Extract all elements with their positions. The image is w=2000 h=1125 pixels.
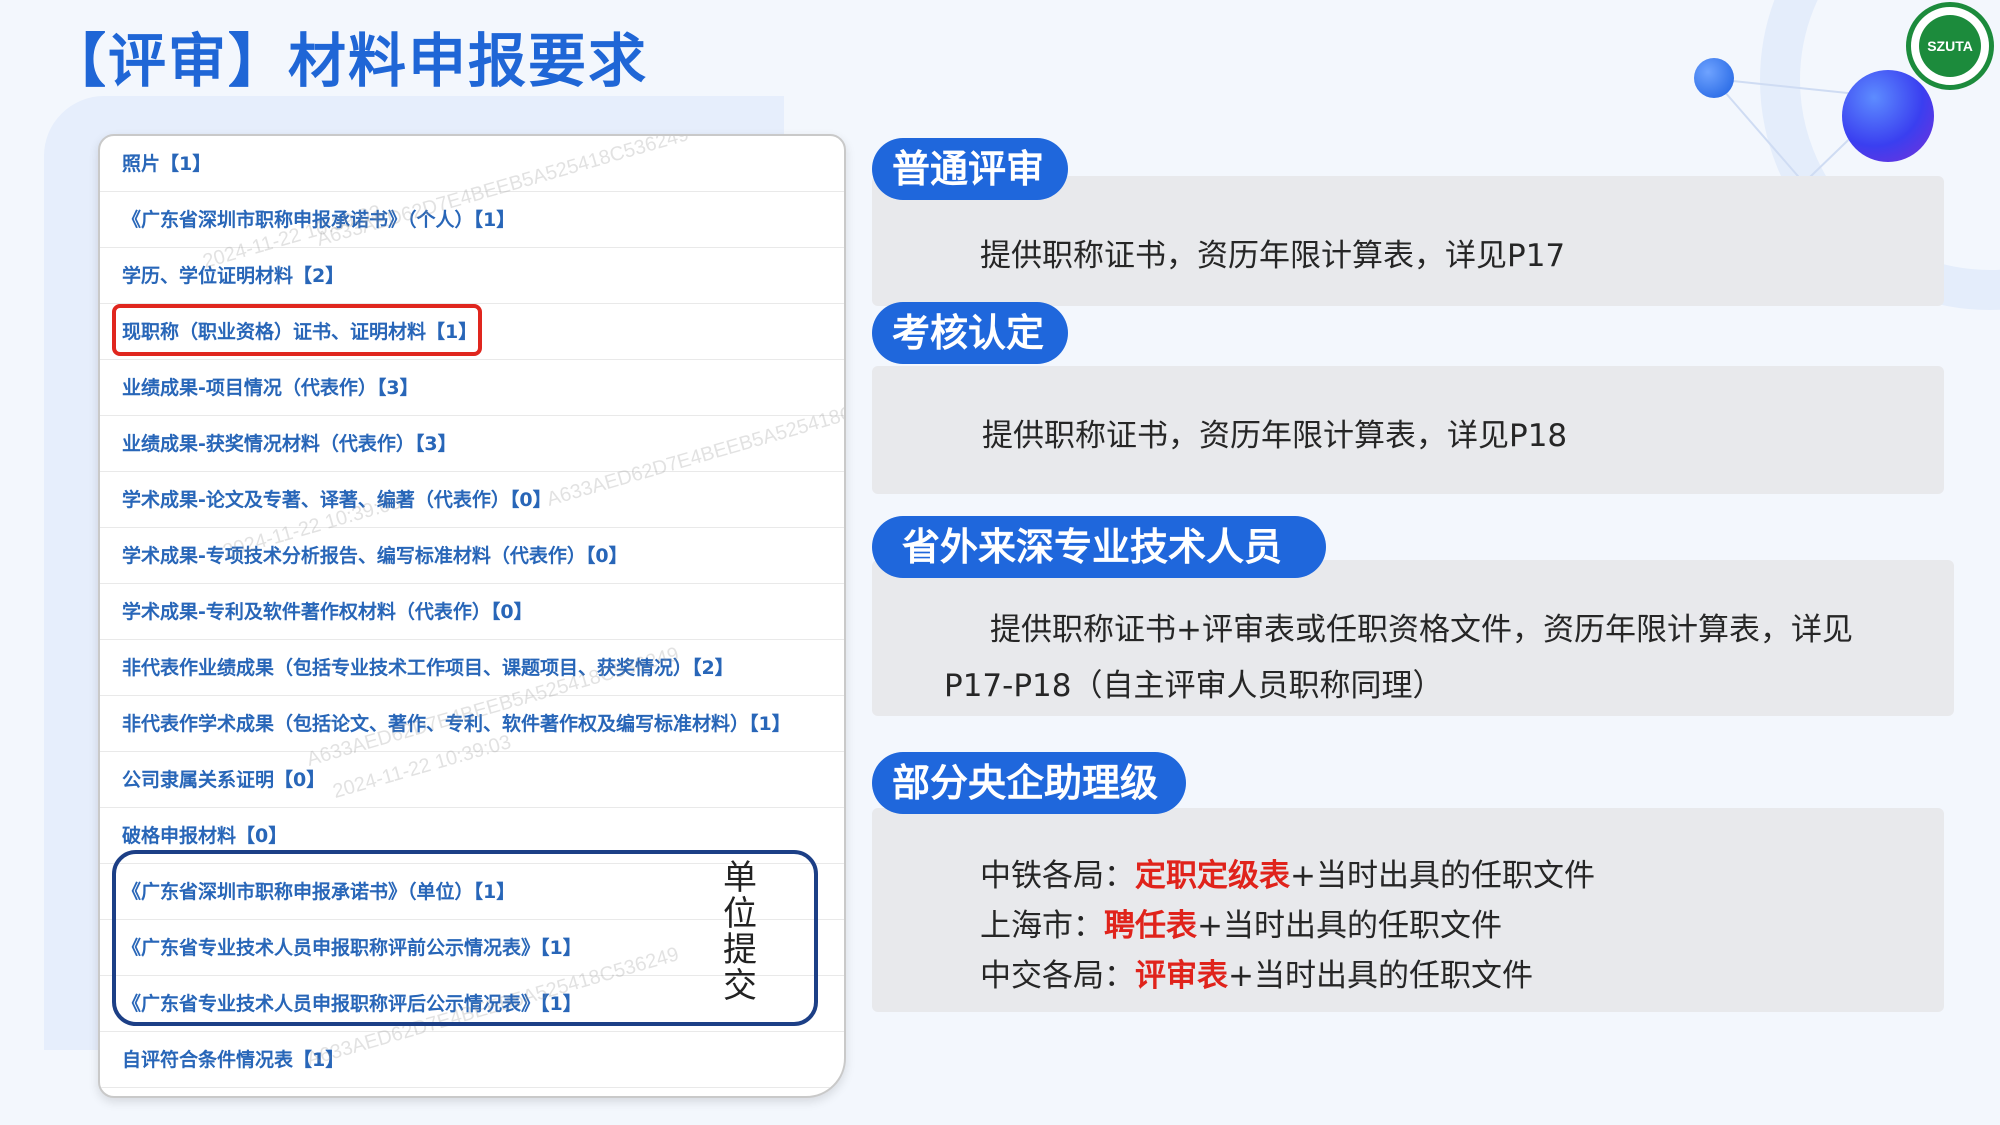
unit-submission-box xyxy=(112,850,818,1026)
section-assess-label: 考核认定 xyxy=(872,302,1068,364)
soe-line-prefix: 上海市： xyxy=(980,908,1104,944)
unit-submission-label: 单位提交 xyxy=(723,858,757,1006)
logo-text: SZUTA xyxy=(1919,15,1981,77)
list-item: 学术成果-论文及专著、译著、编著（代表作）【0】 xyxy=(100,472,844,528)
soe-line-prefix: 中交各局： xyxy=(980,958,1135,994)
soe-line-highlight: 聘任表 xyxy=(1104,908,1197,944)
list-item: 照片【1】 xyxy=(100,136,844,192)
soe-line: 中铁各局：定职定级表+当时出具的任职文件 xyxy=(980,850,1595,895)
list-item: 业绩成果-项目情况（代表作）【3】 xyxy=(100,360,844,416)
szuta-logo: SZUTA xyxy=(1906,2,1994,90)
soe-line-highlight: 评审表 xyxy=(1135,958,1228,994)
decorative-orb xyxy=(1694,58,1734,98)
section-outside-label: 省外来深专业技术人员 xyxy=(872,516,1326,578)
soe-line-suffix: +当时出具的任职文件 xyxy=(1290,858,1595,894)
slide: SZUTA 【评审】材料申报要求 照片【1】 《广东省深圳市职称申报承诺书》（个… xyxy=(0,0,2000,1125)
decorative-orb xyxy=(1842,70,1934,162)
section-outside-text-line1: 提供职称证书+评审表或任职资格文件，资历年限计算表，详见 xyxy=(990,612,1853,648)
list-item: 自评符合条件情况表【1】 xyxy=(100,1032,844,1088)
list-item: 《广东省深圳市职称申报承诺书》（个人）【1】 xyxy=(100,192,844,248)
soe-line-highlight: 定职定级表 xyxy=(1135,858,1290,894)
section-normal-text: 提供职称证书，资历年限计算表，详见P17 xyxy=(980,238,1566,274)
list-item: 学术成果-专项技术分析报告、编写标准材料（代表作）【0】 xyxy=(100,528,844,584)
soe-line: 中交各局：评审表+当时出具的任职文件 xyxy=(980,950,1533,995)
list-item: 公司隶属关系证明【0】 xyxy=(100,752,844,808)
soe-line-suffix: +当时出具的任职文件 xyxy=(1228,958,1533,994)
soe-line-prefix: 中铁各局： xyxy=(980,858,1135,894)
soe-line: 上海市：聘任表+当时出具的任职文件 xyxy=(980,900,1502,945)
section-normal-label: 普通评审 xyxy=(872,138,1068,200)
list-item: 学历、学位证明材料【2】 xyxy=(100,248,844,304)
list-item: 学术成果-专利及软件著作权材料（代表作）【0】 xyxy=(100,584,844,640)
section-soe-label: 部分央企助理级 xyxy=(872,752,1186,814)
material-list-screenshot: 照片【1】 《广东省深圳市职称申报承诺书》（个人）【1】 学历、学位证明材料【2… xyxy=(98,134,846,1098)
list-item: 非代表作业绩成果（包括专业技术工作项目、课题项目、获奖情况）【2】 xyxy=(100,640,844,696)
highlight-red-box xyxy=(112,304,482,356)
list-item: 业绩成果-获奖情况材料（代表作）【3】 xyxy=(100,416,844,472)
soe-line-suffix: +当时出具的任职文件 xyxy=(1197,908,1502,944)
page-title: 【评审】材料申报要求 xyxy=(48,27,649,95)
section-assess-text: 提供职称证书，资历年限计算表，详见P18 xyxy=(982,418,1568,454)
list-item: 非代表作学术成果（包括论文、著作、专利、软件著作权及编写标准材料）【1】 xyxy=(100,696,844,752)
section-outside-text-line2: P17-P18（自主评审人员职称同理） xyxy=(944,668,1444,704)
